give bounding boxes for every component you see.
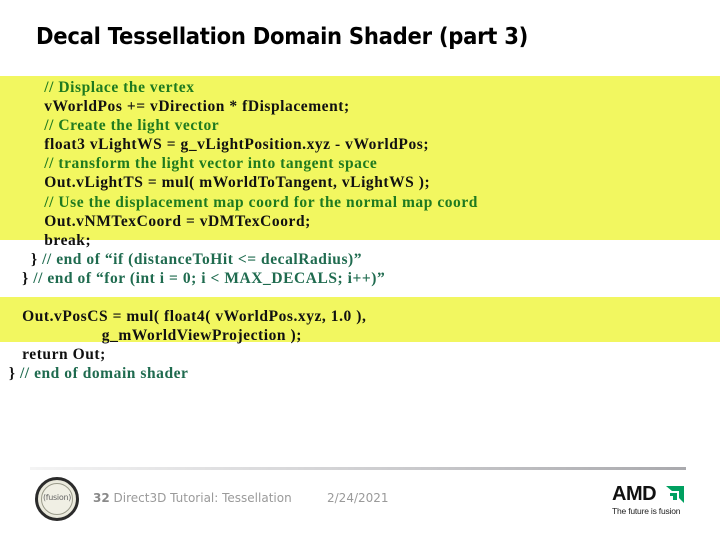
code-line: // transform the light vector into tange… xyxy=(0,154,478,173)
fusion-logo-icon: (fusion) xyxy=(35,477,79,521)
code-block: // Displace the vertex vWorldPos += vDir… xyxy=(0,78,478,384)
code-line: Out.vLightTS = mul( mWorldToTangent, vLi… xyxy=(0,173,478,192)
course-title: Direct3D Tutorial: Tessellation xyxy=(109,491,292,505)
code-statement: break; xyxy=(44,231,92,249)
code-line: float3 vLightWS = g_vLightPosition.xyz -… xyxy=(0,135,478,154)
code-comment: // transform the light vector into tange… xyxy=(44,155,378,173)
slide-title: Decal Tessellation Domain Shader (part 3… xyxy=(36,24,529,50)
code-comment: // Displace the vertex xyxy=(44,79,195,96)
amd-wordmark: AMD xyxy=(612,483,657,505)
amd-logo: AMD The future is fusion xyxy=(612,484,688,520)
footer-divider xyxy=(30,467,686,470)
fusion-logo-text: (fusion) xyxy=(42,493,72,502)
code-line-end-shader: } // end of domain shader xyxy=(0,365,189,383)
code-line-end-for: } // end of “for (int i = 0; i < MAX_DEC… xyxy=(0,269,386,287)
code-line: Out.vNMTexCoord = vDMTexCoord; xyxy=(0,212,478,231)
code-line: break; xyxy=(0,231,478,250)
code-comment: // end of “if (distanceToHit <= decalRad… xyxy=(37,250,363,268)
footer-caption: 32 Direct3D Tutorial: Tessellation xyxy=(93,491,292,505)
code-line: // Create the light vector xyxy=(0,116,478,135)
code-line-end-if: } // end of “if (distanceToHit <= decalR… xyxy=(0,250,363,268)
code-comment: // end of domain shader xyxy=(15,365,189,383)
code-statement: float3 vLightWS = g_vLightPosition.xyz -… xyxy=(44,136,430,154)
code-line-return: return Out; xyxy=(0,346,106,364)
amd-tagline: The future is fusion xyxy=(612,506,681,516)
code-comment: // Use the displacement map coord for th… xyxy=(44,193,478,211)
code-line: // Use the displacement map coord for th… xyxy=(0,193,478,212)
code-statement: Out.vNMTexCoord = vDMTexCoord; xyxy=(44,212,311,230)
code-line: vWorldPos += vDirection * fDisplacement; xyxy=(0,97,478,116)
code-statement: vWorldPos += vDirection * fDisplacement; xyxy=(44,98,350,116)
code-line: Out.vPosCS = mul( float4( vWorldPos.xyz,… xyxy=(0,308,367,326)
code-comment: // end of “for (int i = 0; i < MAX_DECAL… xyxy=(28,269,386,287)
code-line: // Displace the vertex xyxy=(0,78,478,97)
code-comment: // Create the light vector xyxy=(44,117,220,135)
slide-number: 32 xyxy=(93,491,110,505)
code-line: g_mWorldViewProjection ); xyxy=(0,327,302,345)
amd-arrow-icon xyxy=(666,486,684,503)
footer-date: 2/24/2021 xyxy=(327,491,389,505)
code-statement: Out.vLightTS = mul( mWorldToTangent, vLi… xyxy=(44,174,431,192)
